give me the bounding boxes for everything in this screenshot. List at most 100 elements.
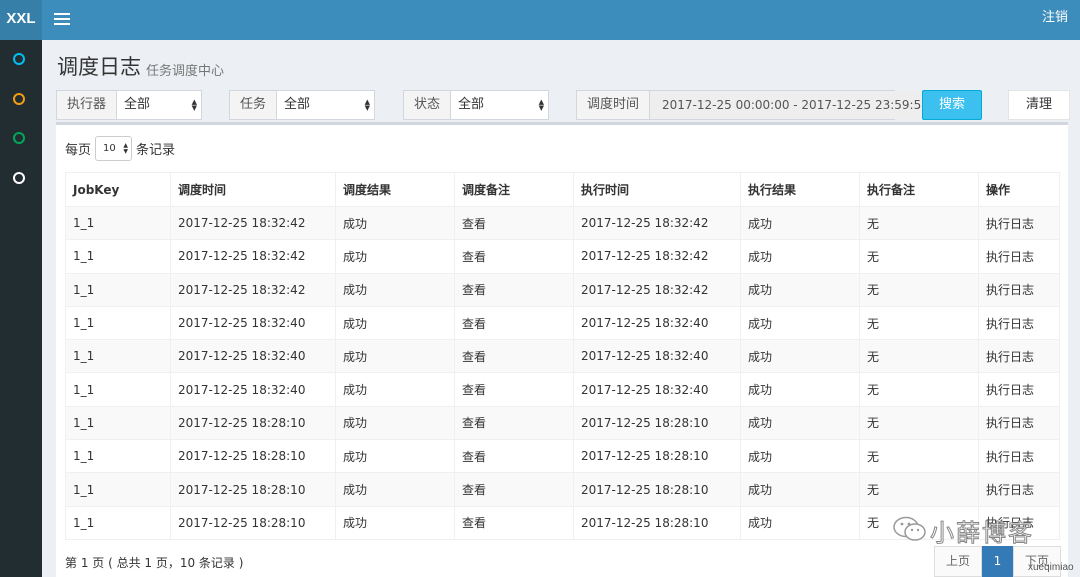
exec-note-cell: 无 <box>859 205 979 241</box>
jobkey-cell[interactable]: 1_1 <box>65 339 171 374</box>
exec-time-cell: 2017-12-25 18:28:10 <box>573 439 741 474</box>
column-header-action[interactable]: 操作 <box>978 172 1060 207</box>
column-header-exec-note[interactable]: 执行备注 <box>859 172 979 207</box>
jobkey-cell[interactable]: 1_1 <box>65 239 171 274</box>
exec-time-cell: 2017-12-25 18:32:40 <box>573 305 741 341</box>
column-header-trigger-note[interactable]: 调度备注 <box>454 172 574 207</box>
select-arrows-icon: ▲ ▼ <box>123 142 129 155</box>
page-length-select[interactable]: 10 ▲ ▼ <box>95 136 133 161</box>
clear-button[interactable]: 清理 <box>1008 90 1070 120</box>
jobkey-cell[interactable]: 1_1 <box>65 305 171 341</box>
exec-log-link[interactable]: 执行日志 <box>978 272 1060 307</box>
view-note-link[interactable]: 查看 <box>454 305 574 341</box>
jobkey-cell[interactable]: 1_1 <box>65 439 171 474</box>
exec-log-link[interactable]: 执行日志 <box>978 305 1060 341</box>
exec-log-link[interactable]: 执行日志 <box>978 205 1060 241</box>
jobkey-cell[interactable]: 1_1 <box>65 405 171 441</box>
trigger-time-cell: 2017-12-25 18:28:10 <box>170 505 336 540</box>
table-row: 1_1 2017-12-25 18:32:42 成功 查看 2017-12-25 18:… <box>65 205 1060 241</box>
trigger-time-cell: 2017-12-25 18:28:10 <box>170 405 336 441</box>
exec-time-cell: 2017-12-25 18:28:10 <box>573 505 741 540</box>
circle-icon-orange[interactable] <box>13 93 25 105</box>
jobkey-cell[interactable]: 1_1 <box>65 505 171 540</box>
exec-note-cell: 无 <box>859 372 979 407</box>
jobkey-cell[interactable]: 1_1 <box>65 272 171 307</box>
app-logo[interactable]: XXL <box>0 0 42 40</box>
exec-log-link[interactable]: 执行日志 <box>978 439 1060 474</box>
exec-log-link[interactable]: 执行日志 <box>978 339 1060 374</box>
log-table-box: 每页 10 ▲ ▼ 条记录 JobKey 调度时间 调度结果 调度备注 执行时间 执… <box>56 122 1068 577</box>
exec-note-cell: 无 <box>859 239 979 274</box>
trigger-time-cell: 2017-12-25 18:28:10 <box>170 472 336 507</box>
watermark-subtext: xueqimiao <box>1028 562 1074 573</box>
trigger-result-cell: 成功 <box>335 405 455 441</box>
exec-log-link[interactable]: 执行日志 <box>978 472 1060 507</box>
exec-result-cell: 成功 <box>740 272 860 307</box>
jobkey-cell[interactable]: 1_1 <box>65 472 171 507</box>
exec-note-cell: 无 <box>859 472 979 507</box>
hamburger-icon[interactable] <box>54 10 70 28</box>
time-label: 调度时间 <box>577 91 651 119</box>
date-range-input[interactable]: 2017-12-25 00:00:00 - 2017-12-25 23:59:5… <box>650 91 929 119</box>
exec-result-cell: 成功 <box>740 339 860 374</box>
exec-time-cell: 2017-12-25 18:28:10 <box>573 472 741 507</box>
trigger-result-cell: 成功 <box>335 505 455 540</box>
exec-note-cell: 无 <box>859 339 979 374</box>
circle-icon-cyan[interactable] <box>13 53 25 65</box>
trigger-result-cell: 成功 <box>335 439 455 474</box>
circle-icon-green[interactable] <box>13 132 25 144</box>
top-navbar: XXL 注销 <box>0 0 1080 40</box>
job-select[interactable]: 全部 ▲ ▼ <box>277 91 374 119</box>
jobkey-cell[interactable]: 1_1 <box>65 372 171 407</box>
executor-value: 全部 <box>124 97 151 112</box>
executor-select[interactable]: 全部 ▲ ▼ <box>117 91 201 119</box>
exec-result-cell: 成功 <box>740 205 860 241</box>
view-note-link[interactable]: 查看 <box>454 439 574 474</box>
view-note-link[interactable]: 查看 <box>454 205 574 241</box>
trigger-time-cell: 2017-12-25 18:32:40 <box>170 339 336 374</box>
column-header-trigger-result[interactable]: 调度结果 <box>335 172 455 207</box>
status-select[interactable]: 全部 ▲ ▼ <box>451 91 548 119</box>
trigger-result-cell: 成功 <box>335 239 455 274</box>
trigger-time-cell: 2017-12-25 18:32:42 <box>170 205 336 241</box>
exec-note-cell: 无 <box>859 405 979 441</box>
column-header-exec-time[interactable]: 执行时间 <box>573 172 741 207</box>
page-length-prefix: 每页 <box>65 143 92 158</box>
exec-result-cell: 成功 <box>740 505 860 540</box>
view-note-link[interactable]: 查看 <box>454 472 574 507</box>
column-header-trigger-time[interactable]: 调度时间 <box>170 172 336 207</box>
jobkey-cell[interactable]: 1_1 <box>65 205 171 241</box>
view-note-link[interactable]: 查看 <box>454 372 574 407</box>
select-arrows-icon: ▲ ▼ <box>191 98 197 112</box>
trigger-result-cell: 成功 <box>335 339 455 374</box>
column-header-jobkey[interactable]: JobKey <box>65 172 171 207</box>
watermark-text: 小薛博客 <box>930 519 1034 548</box>
table-row: 1_1 2017-12-25 18:32:40 成功 查看 2017-12-25 18:… <box>65 305 1060 341</box>
exec-note-cell: 无 <box>859 439 979 474</box>
search-button[interactable]: 搜索 <box>922 90 982 120</box>
circle-icon-white[interactable] <box>13 172 25 184</box>
exec-note-cell: 无 <box>859 272 979 307</box>
trigger-result-cell: 成功 <box>335 205 455 241</box>
trigger-result-cell: 成功 <box>335 305 455 341</box>
view-note-link[interactable]: 查看 <box>454 339 574 374</box>
exec-result-cell: 成功 <box>740 305 860 341</box>
page-length-suffix: 条记录 <box>136 143 176 158</box>
exec-result-cell: 成功 <box>740 405 860 441</box>
exec-log-link[interactable]: 执行日志 <box>978 405 1060 441</box>
exec-log-link[interactable]: 执行日志 <box>978 372 1060 407</box>
logout-link[interactable]: 注销 <box>1042 0 1068 36</box>
exec-log-link[interactable]: 执行日志 <box>978 239 1060 274</box>
trigger-time-cell: 2017-12-25 18:32:42 <box>170 239 336 274</box>
job-value: 全部 <box>284 97 311 112</box>
wechat-icon <box>893 516 926 541</box>
column-header-exec-result[interactable]: 执行结果 <box>740 172 860 207</box>
table-row: 1_1 2017-12-25 18:28:10 成功 查看 2017-12-25 18:… <box>65 405 1060 441</box>
view-note-link[interactable]: 查看 <box>454 505 574 540</box>
view-note-link[interactable]: 查看 <box>454 272 574 307</box>
status-value: 全部 <box>458 97 485 112</box>
view-note-link[interactable]: 查看 <box>454 405 574 441</box>
view-note-link[interactable]: 查看 <box>454 239 574 274</box>
trigger-result-cell: 成功 <box>335 472 455 507</box>
executor-filter: 执行器 全部 ▲ ▼ <box>56 90 202 120</box>
